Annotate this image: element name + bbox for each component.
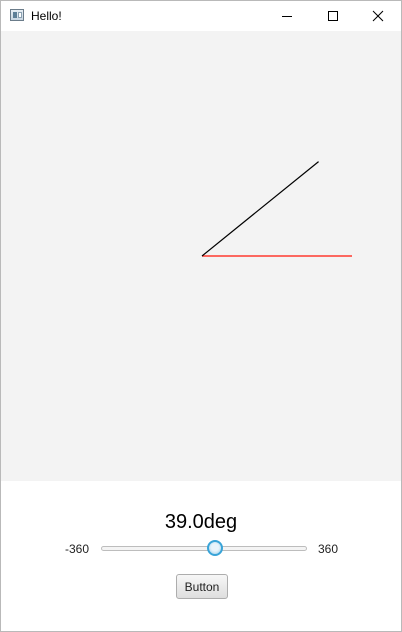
- action-button[interactable]: Button: [176, 574, 228, 599]
- app-window: Hello! 39.0deg -360 360 Button: [0, 0, 402, 632]
- window-title: Hello!: [31, 9, 62, 23]
- slider-max-label: 360: [318, 542, 339, 556]
- java-app-icon: [10, 9, 24, 21]
- rotated-line: [201, 161, 319, 257]
- close-icon: [372, 10, 384, 22]
- angle-slider-track[interactable]: [101, 546, 307, 551]
- minimize-button[interactable]: [264, 1, 310, 31]
- controls-panel: 39.0deg -360 360 Button: [1, 481, 401, 631]
- slider-min-label: -360: [65, 542, 90, 556]
- maximize-button[interactable]: [310, 1, 356, 31]
- angle-readout: 39.0deg: [164, 511, 238, 533]
- close-button[interactable]: [355, 1, 401, 31]
- maximize-icon: [327, 10, 339, 22]
- drawing-canvas: [1, 31, 401, 481]
- title-bar[interactable]: Hello!: [1, 1, 401, 31]
- angle-drawing: [201, 161, 352, 257]
- angle-slider-thumb[interactable]: [206, 540, 223, 556]
- minimize-icon: [281, 10, 293, 22]
